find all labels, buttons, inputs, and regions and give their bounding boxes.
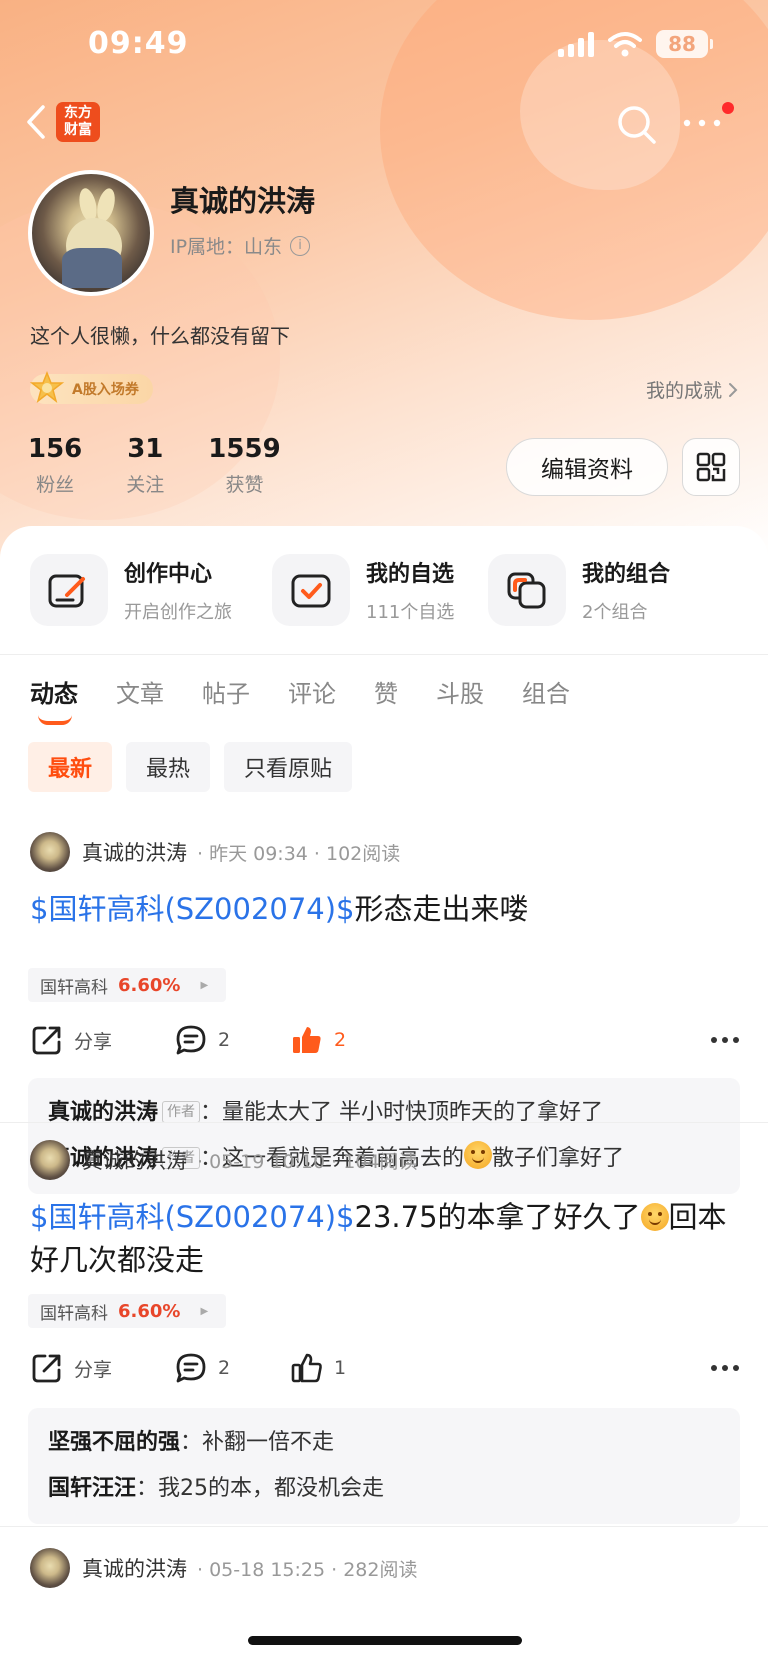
my-achievements-link[interactable]: 我的成就 bbox=[646, 376, 738, 403]
more-options-icon[interactable] bbox=[710, 1363, 740, 1373]
tab-posts[interactable]: 帖子 bbox=[202, 674, 250, 709]
user-bio: 这个人很懒，什么都没有留下 bbox=[30, 324, 290, 348]
content-tabs: 动态 文章 帖子 评论 赞 斗股 组合 bbox=[30, 674, 608, 725]
ip-location: IP属地：山东 i bbox=[170, 232, 311, 259]
smile-emoji-icon bbox=[640, 1203, 669, 1231]
battery-icon: 88 bbox=[656, 30, 713, 58]
stock-link[interactable]: $国轩高科(SZ002074)$ bbox=[30, 1200, 355, 1234]
cellular-signal-icon bbox=[558, 31, 594, 57]
back-icon[interactable] bbox=[24, 104, 48, 140]
stock-tag[interactable]: 国轩高科 6.60% ▶ bbox=[28, 968, 227, 1002]
post-author[interactable]: 真诚的洪涛 bbox=[82, 837, 187, 867]
filter-latest[interactable]: 最新 bbox=[28, 742, 113, 792]
edit-profile-button[interactable]: 编辑资料 bbox=[506, 438, 668, 496]
tab-articles[interactable]: 文章 bbox=[116, 674, 164, 709]
tab-likes[interactable]: 赞 bbox=[374, 674, 398, 709]
comment-item: 坚强不屈的强：补翻一倍不走 bbox=[48, 1430, 335, 1455]
notification-dot bbox=[722, 102, 734, 114]
post-author[interactable]: 真诚的洪涛 bbox=[82, 1553, 187, 1583]
feature-portfolio[interactable]: 我的组合 2个组合 bbox=[488, 554, 670, 626]
avatar[interactable] bbox=[28, 170, 154, 296]
pencil-icon bbox=[48, 574, 85, 608]
comment-author[interactable]: 国轩汪汪 bbox=[48, 1476, 136, 1501]
tab-activity[interactable]: 动态 bbox=[30, 674, 78, 725]
wifi-icon bbox=[608, 32, 642, 57]
like-button[interactable]: 2 bbox=[290, 1023, 346, 1057]
search-icon[interactable] bbox=[616, 104, 658, 146]
share-icon bbox=[32, 1354, 61, 1383]
feature-watchlist[interactable]: 我的自选 111个自选 bbox=[272, 554, 454, 626]
qr-code-icon bbox=[696, 452, 726, 482]
avatar[interactable] bbox=[30, 832, 70, 872]
sort-filters: 最新 最热 只看原贴 bbox=[28, 742, 353, 792]
stock-tag[interactable]: 国轩高科 6.60% ▶ bbox=[28, 1294, 227, 1328]
qr-code-button[interactable] bbox=[682, 438, 740, 496]
post-actions: 分享 2 2 bbox=[30, 1020, 740, 1060]
post-actions: 分享 2 1 bbox=[30, 1348, 740, 1388]
status-time: 09:49 bbox=[88, 26, 189, 61]
post-content: $国轩高科(SZ002074)$23.75的本拿了好久了 回本好几次都没走 bbox=[30, 1200, 727, 1277]
triangle-right-icon: ▶ bbox=[200, 979, 209, 991]
stat-followers[interactable]: 156 粉丝 bbox=[28, 432, 82, 497]
comment-button[interactable]: 2 bbox=[174, 1023, 230, 1057]
profile-content-card: 创作中心 开启创作之旅 我的自选 111个自选 我的组合 2个组合 动态 文章 … bbox=[0, 526, 768, 1662]
status-icons: 88 bbox=[558, 30, 713, 58]
filter-original-only[interactable]: 只看原贴 bbox=[224, 742, 353, 792]
thumbs-up-icon bbox=[291, 1353, 322, 1383]
a-share-ticket-badge[interactable]: A股入场券 bbox=[29, 370, 153, 404]
post-meta: · 05-19 10:10 · 104阅读 bbox=[197, 1150, 418, 1173]
stat-following[interactable]: 31 关注 bbox=[126, 432, 164, 497]
post-meta: · 05-18 15:25 · 282阅读 bbox=[197, 1558, 418, 1581]
divider bbox=[0, 654, 768, 655]
comment-button[interactable]: 2 bbox=[174, 1351, 230, 1385]
share-icon bbox=[32, 1026, 61, 1055]
checkbox-icon bbox=[291, 574, 331, 608]
post-meta: · 昨天 09:34 · 102阅读 bbox=[197, 842, 401, 865]
medal-icon bbox=[29, 370, 65, 403]
comment-item: 国轩汪汪：我25的本，都没机会走 bbox=[48, 1476, 385, 1501]
share-button[interactable]: 分享 bbox=[30, 1351, 150, 1385]
thumbs-up-filled-icon bbox=[293, 1027, 321, 1053]
filter-hottest[interactable]: 最热 bbox=[126, 742, 211, 792]
comment-author[interactable]: 坚强不屈的强 bbox=[48, 1430, 180, 1455]
feature-creator-center[interactable]: 创作中心 开启创作之旅 bbox=[30, 554, 232, 626]
stat-likes[interactable]: 1559 获赞 bbox=[208, 432, 280, 497]
app-logo: 东方 财富 bbox=[56, 102, 100, 142]
divider bbox=[0, 1122, 768, 1123]
portfolio-icon bbox=[507, 572, 546, 609]
avatar[interactable] bbox=[30, 1140, 70, 1180]
tab-stock-battle[interactable]: 斗股 bbox=[436, 674, 484, 709]
user-name: 真诚的洪涛 bbox=[170, 184, 316, 218]
divider bbox=[0, 1526, 768, 1527]
comment-item: 真诚的洪涛 作者 ：量能太大了 半小时快顶昨天的了拿好了 bbox=[48, 1100, 604, 1125]
post-content: $国轩高科(SZ002074)$形态走出来喽 bbox=[30, 892, 529, 926]
more-options-icon[interactable] bbox=[682, 118, 722, 128]
tab-portfolios[interactable]: 组合 bbox=[522, 674, 570, 709]
author-tag: 作者 bbox=[162, 1101, 201, 1123]
info-icon[interactable]: i bbox=[290, 235, 311, 256]
comment-icon bbox=[176, 1025, 206, 1055]
stock-link[interactable]: $国轩高科(SZ002074)$ bbox=[30, 892, 355, 926]
home-indicator bbox=[248, 1636, 522, 1645]
profile-stats: 156 粉丝 31 关注 1559 获赞 bbox=[28, 432, 325, 497]
share-button[interactable]: 分享 bbox=[30, 1023, 150, 1057]
chevron-right-icon bbox=[729, 382, 738, 397]
more-options-icon[interactable] bbox=[710, 1035, 740, 1045]
smile-emoji-icon bbox=[464, 1141, 493, 1169]
avatar[interactable] bbox=[30, 1548, 70, 1588]
like-button[interactable]: 1 bbox=[290, 1351, 346, 1385]
post-author[interactable]: 真诚的洪涛 bbox=[82, 1145, 187, 1175]
triangle-right-icon: ▶ bbox=[200, 1305, 209, 1317]
tab-comments[interactable]: 评论 bbox=[288, 674, 336, 709]
comment-preview[interactable]: 坚强不屈的强：补翻一倍不走 国轩汪汪：我25的本，都没机会走 bbox=[28, 1408, 740, 1524]
comment-icon bbox=[176, 1353, 206, 1383]
